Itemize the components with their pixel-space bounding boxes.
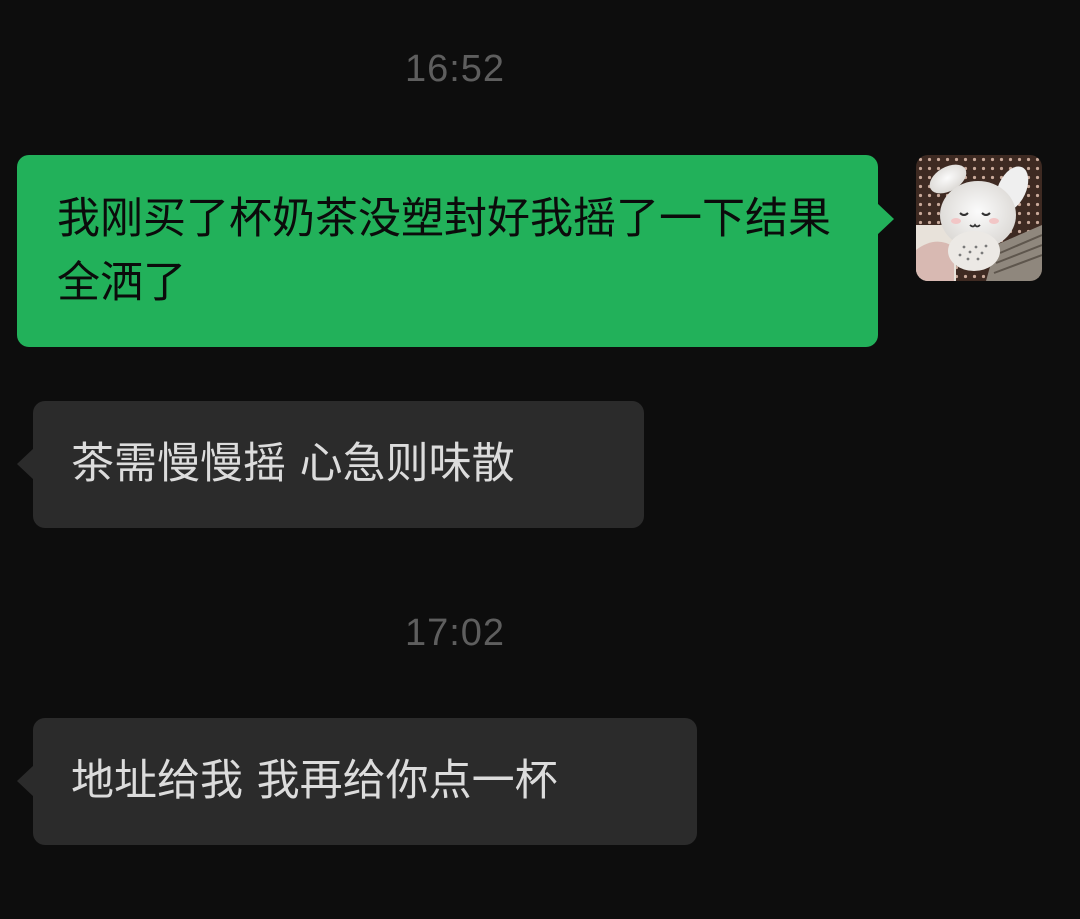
message-text: 我刚买了杯奶茶没塑封好我摇了一下结果全洒了: [57, 194, 831, 308]
message-timestamp: 17:02: [404, 612, 506, 654]
message-text: 茶需慢慢摇 心急则味散: [71, 439, 515, 489]
chat-thread[interactable]: 16:52 我刚买了杯奶茶没塑封好我摇了一下结果全洒了 茶需慢慢摇 心急则味散 …: [0, 0, 1080, 919]
message-timestamp: 16:52: [404, 48, 506, 90]
incoming-message-bubble[interactable]: 地址给我 我再给你点一杯: [17, 718, 697, 845]
message-text: 地址给我 我再给你点一杯: [71, 756, 558, 806]
incoming-message-bubble[interactable]: 茶需慢慢摇 心急则味散: [17, 401, 644, 528]
bunny-plush-avatar-icon: [916, 155, 1042, 281]
outgoing-message-bubble[interactable]: 我刚买了杯奶茶没塑封好我摇了一下结果全洒了: [17, 155, 894, 347]
user-avatar[interactable]: [916, 155, 1042, 281]
